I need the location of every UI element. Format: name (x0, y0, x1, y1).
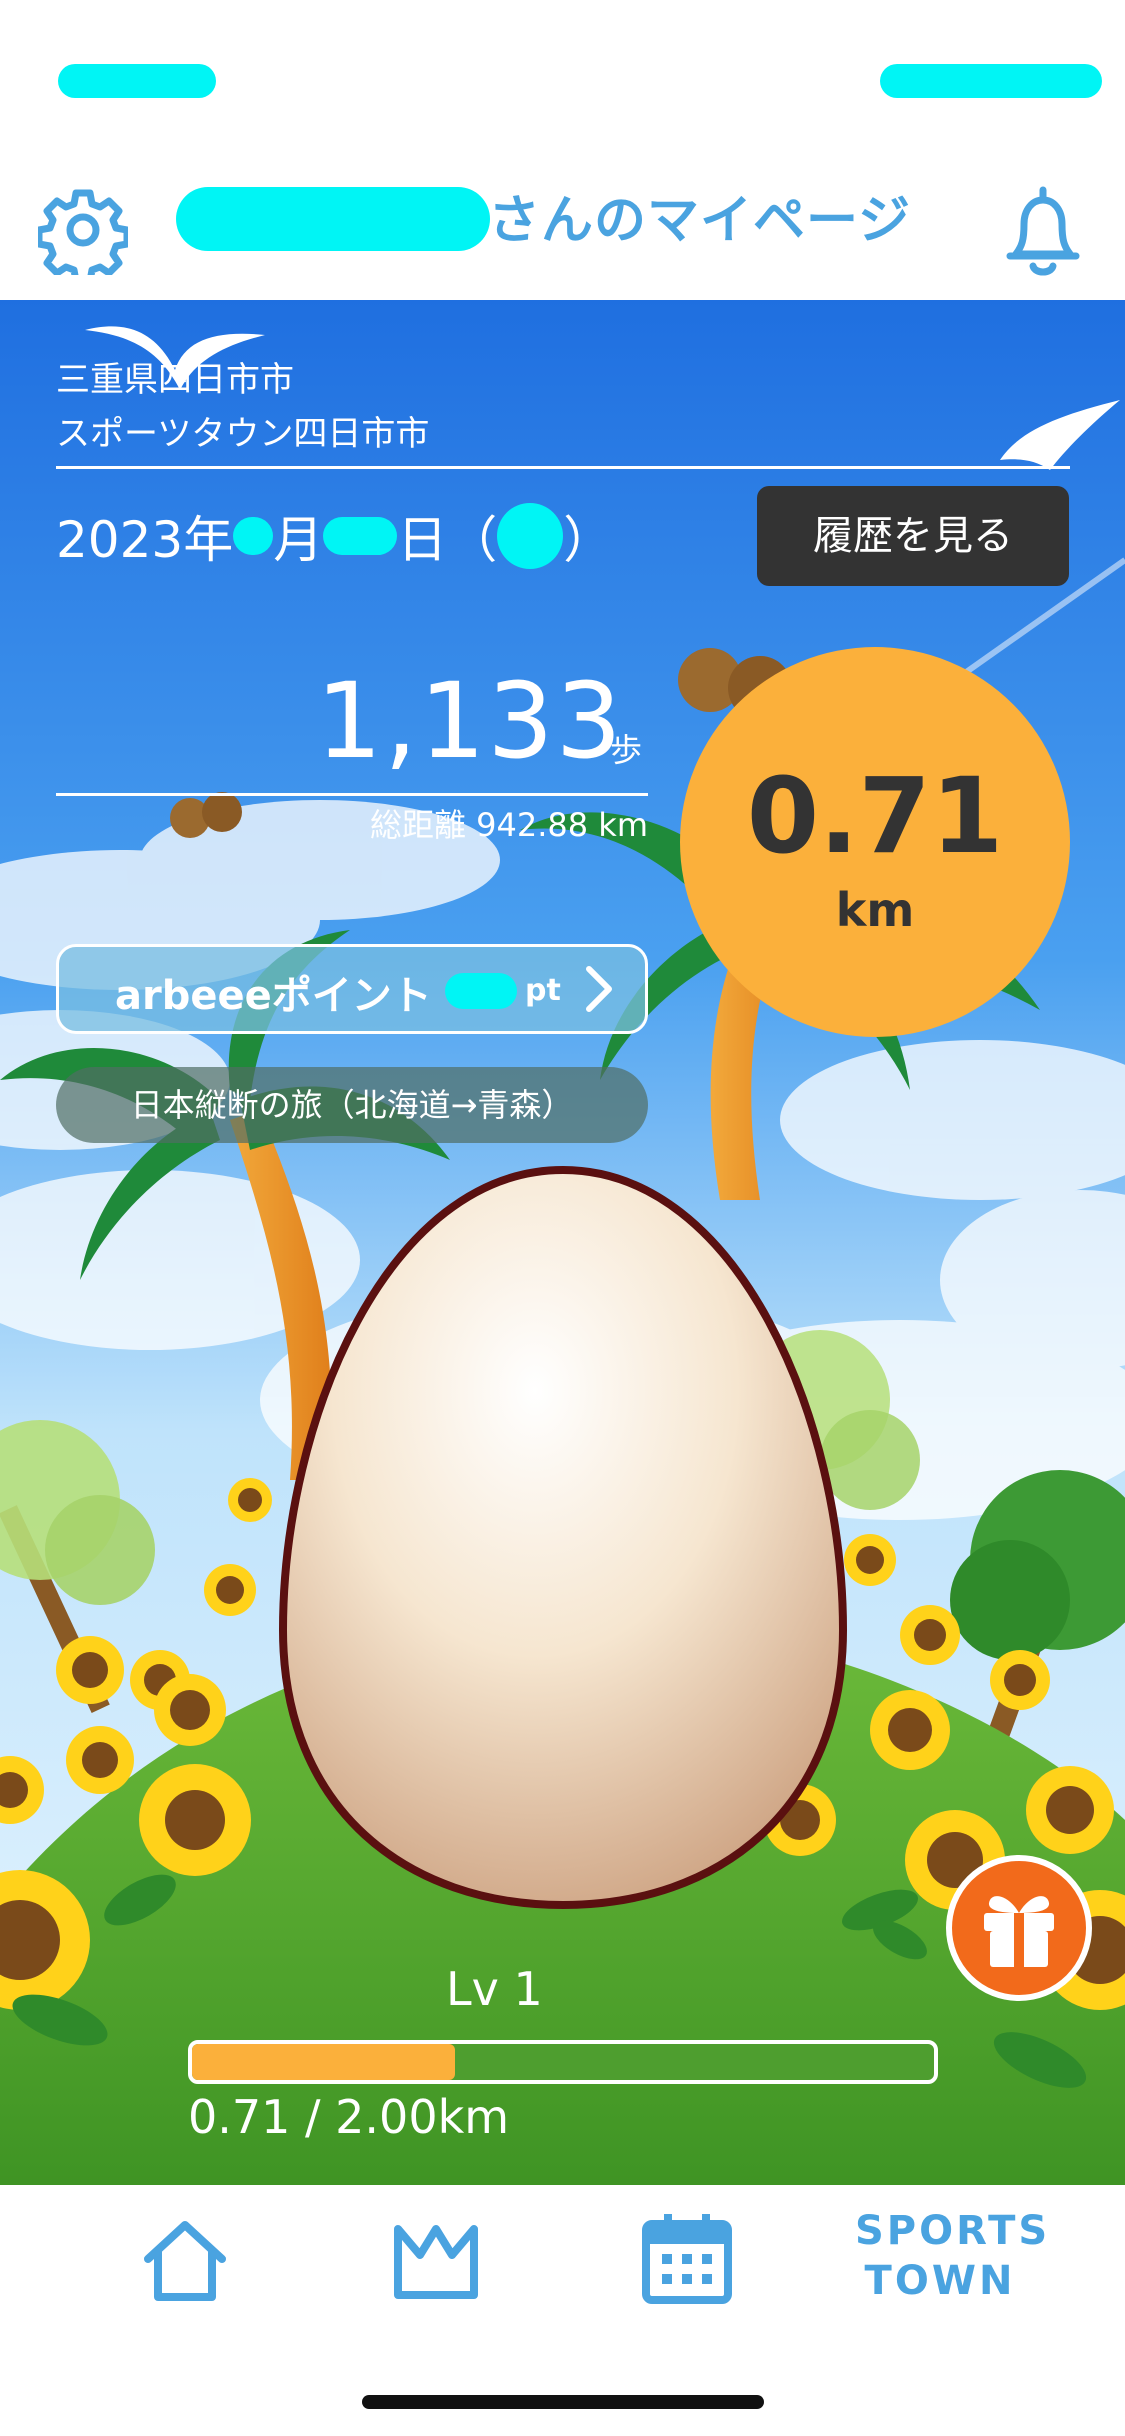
location-prefecture-city: 三重県四日市市 (56, 360, 294, 400)
history-button[interactable]: 履歴を見る (757, 486, 1069, 586)
date-day-redacted (323, 517, 398, 555)
current-date: 2023年月 日（ ） (56, 500, 613, 572)
sports-town-line1: SPORTS (855, 2208, 1051, 2254)
gift-button[interactable] (946, 1855, 1092, 2001)
total-distance: 総距離 942.88 km (369, 806, 648, 844)
date-month-suffix: 月 (273, 511, 324, 569)
points-unit: pt (525, 973, 561, 1008)
sports-town-line2: TOWN (864, 2258, 1016, 2304)
points-button[interactable]: arbeeeポイント pt (56, 944, 648, 1034)
page-title: さんのマイページ (488, 191, 911, 251)
step-unit: 歩 (610, 731, 643, 769)
today-distance-unit: km (835, 883, 915, 937)
journey-label[interactable]: 日本縦断の旅（北海道→青森） (56, 1067, 648, 1143)
date-weekday-redacted (497, 503, 564, 569)
level-progress-fill (192, 2044, 456, 2080)
today-distance-value: 0.71 (746, 755, 1004, 877)
gear-icon[interactable] (35, 185, 131, 285)
status-bar-indicators-redacted (880, 64, 1102, 98)
sports-town-link[interactable]: SPORTS TOWN (855, 2206, 1051, 2306)
calendar-icon[interactable] (640, 2210, 734, 2306)
level-label: Lv 1 (446, 1962, 543, 2016)
chevron-right-icon (579, 961, 619, 1017)
date-year: 2023年 (56, 511, 234, 569)
date-paren-open: （ (447, 511, 498, 569)
date-day-suffix: 日 (397, 511, 448, 569)
date-month-redacted (233, 517, 274, 555)
today-distance-badge: 0.71 km (680, 647, 1070, 1037)
location-town: スポーツタウン四日市市 (56, 414, 430, 454)
home-icon[interactable] (140, 2215, 230, 2305)
date-paren-close: ） (563, 511, 614, 569)
bell-icon[interactable] (996, 180, 1090, 280)
crown-icon[interactable] (390, 2215, 482, 2305)
status-bar-time-redacted (58, 64, 216, 98)
username-redacted (176, 187, 490, 251)
location-divider (56, 466, 1070, 469)
level-progress-text: 0.71 / 2.00km (188, 2090, 510, 2144)
steps-divider (56, 793, 648, 796)
egg-character[interactable] (268, 1160, 858, 1920)
points-value-redacted (445, 973, 517, 1009)
level-progress-bar (188, 2040, 938, 2084)
home-indicator[interactable] (362, 2395, 764, 2409)
points-label: arbeeeポイント (115, 973, 432, 1019)
step-count: 1,133 (316, 660, 624, 782)
